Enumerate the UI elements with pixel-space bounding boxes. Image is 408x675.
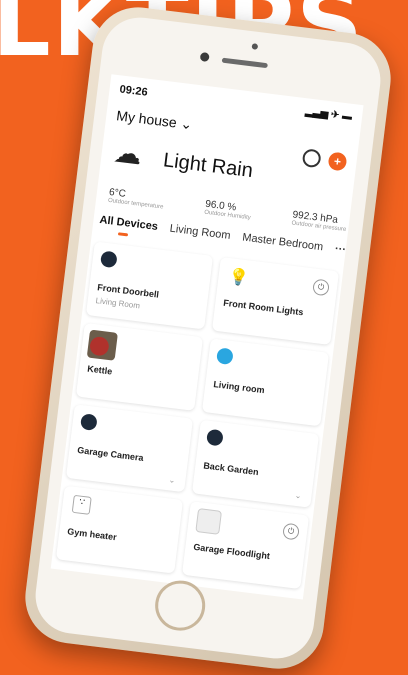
device-name: Living room: [212, 379, 266, 396]
stat-pressure: 992.3 hPa Outdoor air pressure: [291, 209, 348, 233]
power-button[interactable]: ⏻: [282, 522, 300, 541]
camera-icon: [205, 428, 224, 447]
device-card-garage-camera[interactable]: Garage Camera ⌄: [65, 404, 194, 493]
kettle-photo: [86, 329, 118, 361]
sensor-icon: [199, 51, 210, 63]
device-card-kettle[interactable]: Kettle: [75, 322, 204, 411]
app-screen: 09:26 ▂▃▅ ✈ ▬ My house ⌄ + ☁ Light Rain …: [50, 74, 364, 600]
device-card-living-room[interactable]: Living room: [201, 338, 330, 427]
more-tabs-icon[interactable]: ···: [334, 243, 346, 256]
device-name: Kettle: [86, 363, 113, 377]
chevron-down-icon[interactable]: ⌄: [294, 491, 302, 501]
device-name: Garage Floodlight: [192, 541, 271, 562]
weather-condition: Light Rain: [161, 149, 255, 183]
bulb-icon: 💡: [227, 268, 250, 288]
tab-all-devices[interactable]: All Devices: [99, 214, 159, 233]
cloud-rain-icon: ☁: [112, 136, 144, 171]
device-card-garage-floodlight[interactable]: ⏻ Garage Floodlight: [181, 501, 310, 590]
device-name: Front Room Lights: [222, 297, 304, 318]
doorbell-icon: [99, 250, 118, 269]
device-card-front-doorbell[interactable]: Front Doorbell Living Room: [85, 241, 214, 330]
power-button[interactable]: ⏻: [312, 278, 330, 297]
device-name: Back Garden: [202, 460, 260, 478]
house-selector[interactable]: My house ⌄: [115, 107, 193, 133]
camera-icon: [79, 413, 98, 432]
floodlight-icon: [195, 508, 223, 535]
device-grid: Front Doorbell Living Room 💡 ⏻ Front Roo…: [55, 241, 340, 590]
chevron-down-icon[interactable]: ⌄: [168, 475, 176, 485]
front-camera-icon: [251, 43, 259, 50]
stat-temperature: 6°C Outdoor temperature: [108, 187, 165, 211]
device-name: Gym heater: [66, 526, 118, 543]
status-icons: ▂▃▅ ✈ ▬: [304, 106, 353, 123]
earpiece-speaker: [221, 57, 268, 69]
device-card-back-garden[interactable]: Back Garden ⌄: [191, 419, 320, 508]
plug-icon: ∵: [71, 494, 92, 515]
device-room: Living Room: [95, 296, 141, 311]
device-name: Garage Camera: [76, 444, 145, 463]
status-time: 09:26: [118, 83, 149, 99]
tab-living-room[interactable]: Living Room: [169, 223, 231, 242]
header-actions: +: [301, 148, 348, 172]
phone-bezel: 09:26 ▂▃▅ ✈ ▬ My house ⌄ + ☁ Light Rain …: [31, 13, 385, 663]
camera-icon: [215, 347, 234, 366]
device-card-front-room-lights[interactable]: 💡 ⏻ Front Room Lights: [211, 256, 340, 345]
tab-master-bedroom[interactable]: Master Bedroom: [242, 231, 324, 253]
stat-humidity: 96.0 % Outdoor Humidity: [204, 199, 252, 222]
add-device-button[interactable]: +: [327, 151, 348, 172]
device-card-gym-heater[interactable]: ∵ Gym heater: [55, 485, 184, 574]
phone-frame: 09:26 ▂▃▅ ✈ ▬ My house ⌄ + ☁ Light Rain …: [20, 2, 396, 674]
camera-icon[interactable]: [301, 148, 322, 169]
